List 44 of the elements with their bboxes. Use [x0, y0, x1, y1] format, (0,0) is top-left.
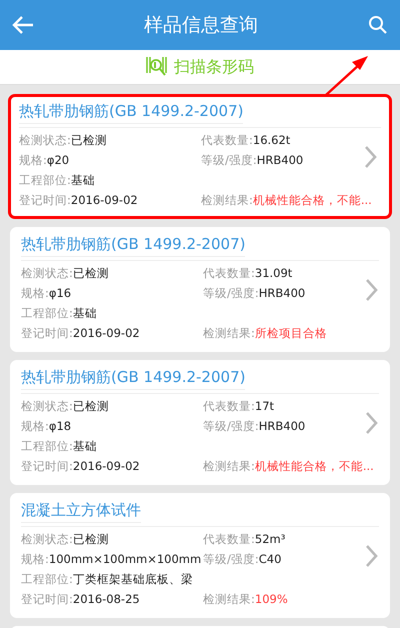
sample-field: 检测状态:已检测 — [21, 532, 203, 546]
page-title: 样品信息查询 — [144, 13, 258, 38]
sample-field: 检测状态:已检测 — [21, 398, 203, 414]
sample-card[interactable]: 热轧带肋钢筋(GB 1499.2-2007) 检测状态:已检测 代表数量:31.09t 规格:φ16 等级/强度:HRB400 工程部位:基础 登记时间:2016-09-02 检测结果:所检项目合格 — [10, 227, 390, 352]
sample-title: 热轧带肋钢筋(GB 1499.2-2007) — [21, 232, 246, 257]
sample-field: 登记时间:2016-09-02 — [19, 192, 201, 208]
sample-field: 检测状态:已检测 — [19, 132, 201, 148]
sample-field: 登记时间:2016-09-02 — [21, 326, 203, 340]
back-arrow-icon — [12, 15, 34, 35]
highlighted-sample-card[interactable]: 热轧带肋钢筋(GB 1499.2-2007) 检测状态:已检测 代表数量:16.62t 规格:φ20 等级/强度:HRB400 工程部位:基础 登记时间:2016-09-02 检测结果:机械性能合格，不能... — [8, 94, 392, 219]
sample-field: 检测结果:所检项目合格 — [203, 326, 327, 340]
sample-field: 等级/强度:HRB400 — [201, 152, 304, 168]
chevron-right-icon — [366, 412, 378, 434]
sample-field: 规格:φ18 — [21, 418, 203, 434]
sample-field: 检测结果:109% — [203, 592, 288, 606]
sample-field: 登记时间:2016-08-25 — [21, 592, 203, 606]
sample-field: 工程部位:基础 — [19, 172, 201, 188]
sample-field: 检测状态:已检测 — [21, 266, 203, 280]
sample-field: 工程部位:丁类框架基础底板、梁 — [21, 572, 203, 586]
chevron-right-icon — [365, 146, 377, 168]
sample-field: 代表数量:17t — [203, 398, 274, 414]
sample-field: 工程部位:基础 — [21, 438, 203, 454]
chevron-right-icon — [366, 278, 378, 300]
sample-field: 等级/强度:C40 — [203, 552, 282, 566]
sample-title: 热轧带肋钢筋(GB 1499.2-2007) — [19, 99, 244, 124]
sample-field: 检测结果:机械性能合格，不能... — [203, 458, 374, 474]
sample-title: 混凝土立方体试件 — [21, 498, 141, 523]
sample-field: 规格:φ20 — [19, 152, 201, 168]
barcode-scan-icon — [146, 56, 168, 78]
sample-field: 规格:100mm×100mm×100mm — [21, 552, 203, 566]
sample-card[interactable]: 热轧带肋钢筋(GB 1499.2-2007) 检测状态:已检测 代表数量:17t 规格:φ18 等级/强度:HRB400 工程部位:基础 登记时间:2016-09-02 检测结果:机械性能合格，不能... — [10, 360, 390, 485]
sample-field: 等级/强度:HRB400 — [203, 418, 306, 434]
sample-field: 工程部位:基础 — [21, 306, 203, 320]
sample-field: 代表数量:16.62t — [201, 132, 290, 148]
sample-field: 登记时间:2016-09-02 — [21, 458, 203, 474]
sample-field: 等级/强度:HRB400 — [203, 286, 306, 300]
chevron-right-icon — [366, 544, 378, 566]
sample-field: 代表数量:52m³ — [203, 532, 286, 546]
search-icon — [368, 15, 388, 35]
sample-field: 代表数量:31.09t — [203, 266, 292, 280]
sample-title: 热轧带肋钢筋(GB 1499.2-2007) — [21, 365, 246, 390]
sample-field: 检测结果:机械性能合格，不能... — [201, 192, 372, 208]
sample-card[interactable]: 混凝土立方体试件 检测状态:已检测 代表数量:52m³ 规格:100mm×100mm×100mm 等级/强度:C40 工程部位:丁类框架基础底板、梁 登记时间:2016-08-25 检测结果:109% — [10, 493, 390, 618]
sample-field: 规格:φ16 — [21, 286, 203, 300]
